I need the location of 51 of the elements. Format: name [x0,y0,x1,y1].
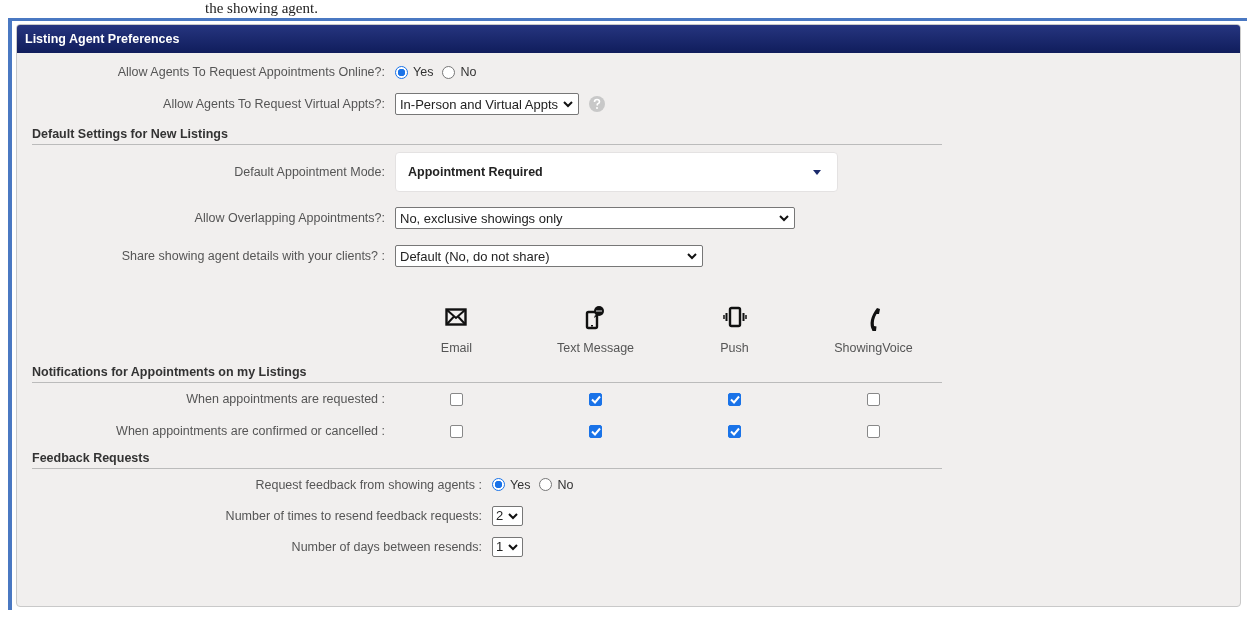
radio-label[interactable]: Yes [413,65,434,79]
dropdown[interactable]: 1 [492,536,524,557]
field-label: Share showing agent details with your clients? : [120,249,385,263]
checkmark-icon [590,394,601,404]
checkmark-icon [729,426,740,436]
dropdown[interactable]: No, exclusive showings only [395,207,795,229]
checkmark-icon [729,394,740,404]
column-label: ShowingVoice [834,341,913,355]
checkbox[interactable] [867,392,880,406]
chevron-icon [507,510,520,521]
field-label: Default Appointment Mode: [233,165,385,179]
radio-label[interactable]: No [557,477,574,492]
section-heading: Notifications for Appointments on my Listings [32,365,942,383]
radio-button[interactable] [442,65,456,79]
field-label: Allow Overlapping Appointments?: [193,211,385,225]
radio-button[interactable] [395,65,408,79]
field-label: Number of days between resends: [290,539,482,554]
field-label: Number of times to resend feedback requests: [224,508,482,523]
radio-button[interactable] [492,478,505,491]
column-label: Text Message [556,341,635,355]
field-label: Allow Agents To Request Appointments Online?: [116,65,385,79]
page-caption: the showing agent. [204,0,319,17]
checkbox[interactable] [450,424,463,438]
dropdown[interactable]: Default (No, do not share) [395,245,703,267]
chevron-icon [507,541,520,552]
radio-label[interactable]: Yes [510,477,531,492]
chevron-icon [562,99,575,109]
checkbox[interactable] [867,424,880,438]
checkbox[interactable] [728,424,741,438]
field-label: Request feedback from showing agents : [254,477,482,492]
dropdown[interactable]: 2 [492,505,524,526]
field-label: When appointments are confirmed or cancelled : [115,424,386,438]
section-heading: Default Settings for New Listings [32,127,942,145]
column-label: Email [440,341,473,355]
dropdown[interactable]: In-Person and Virtual Appts [395,93,580,115]
chevron-icon [778,213,790,223]
checkbox[interactable] [589,424,602,438]
section-heading: Feedback Requests [32,451,942,469]
caret-icon [813,169,821,175]
checkmark-icon [590,426,601,436]
checkbox[interactable] [728,392,741,406]
dropdown[interactable]: Appointment Required [395,152,838,192]
checkbox[interactable] [589,392,602,406]
checkbox[interactable] [450,392,463,406]
panel-title: Listing Agent Preferences [17,25,1240,53]
field-label: When appointments are requested : [185,392,386,406]
field-label: Allow Agents To Request Virtual Appts?: [162,97,385,111]
column-label: Push [720,341,749,355]
radio-label[interactable]: No [460,65,477,79]
radio-button[interactable] [539,478,553,491]
chevron-icon [686,251,698,261]
